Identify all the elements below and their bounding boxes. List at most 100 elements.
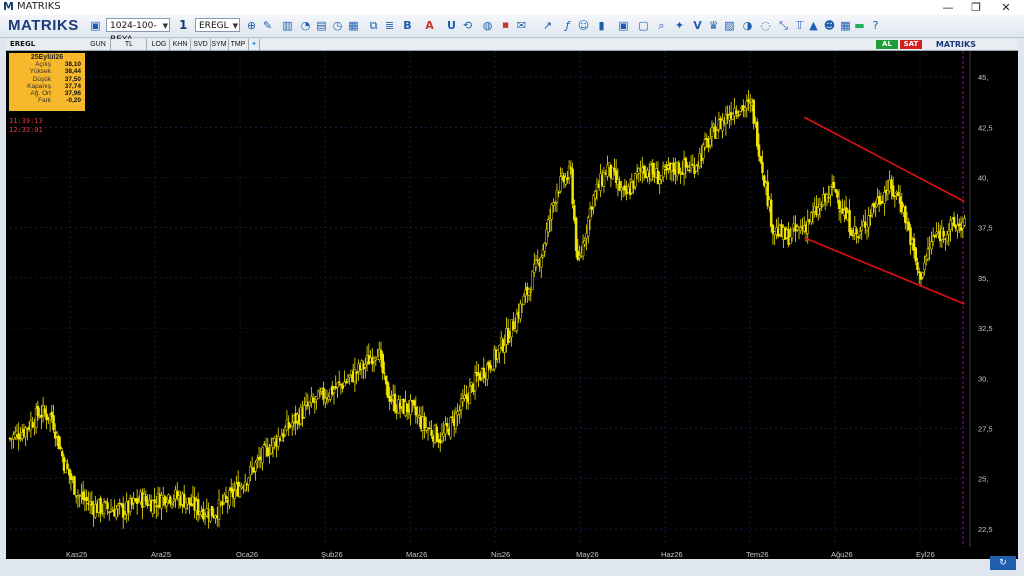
- users-icon[interactable]: ☺: [576, 18, 591, 33]
- zoom-icon[interactable]: ⊕: [244, 18, 259, 33]
- matriks-logo: MATRIKS: [8, 17, 79, 34]
- bold-b-icon[interactable]: B: [400, 18, 415, 33]
- candle-body: [409, 399, 412, 415]
- minimize-button[interactable]: —: [934, 0, 962, 15]
- line-chart-icon[interactable]: ↗: [540, 18, 555, 33]
- candle-body: [102, 501, 106, 514]
- candle-body: [261, 446, 264, 464]
- candle-body: [745, 101, 749, 109]
- restore-button[interactable]: ❐: [962, 0, 990, 15]
- candle-body: [31, 422, 34, 428]
- calendar-icon[interactable]: ▣: [616, 18, 631, 33]
- candle-body: [867, 215, 870, 228]
- candle-body: [735, 110, 738, 114]
- report-icon[interactable]: ▧: [722, 18, 737, 33]
- buy-button[interactable]: AL: [876, 40, 898, 49]
- candle-body: [303, 405, 306, 418]
- bar-chart-icon[interactable]: ▮: [594, 18, 609, 33]
- globe-icon[interactable]: ◍: [480, 18, 495, 33]
- tab-sym[interactable]: SYM: [210, 39, 229, 50]
- candle-body: [344, 381, 348, 383]
- function-icon[interactable]: ƒ: [560, 18, 575, 33]
- candle-body: [412, 400, 416, 406]
- resize-icon[interactable]: ⤡: [776, 18, 791, 33]
- candle-body: [348, 375, 351, 378]
- info-date: 25Eylül26: [30, 54, 64, 61]
- indicator-icon[interactable]: ▤: [314, 18, 329, 33]
- candle-body: [752, 99, 756, 124]
- candle-body: [337, 381, 341, 383]
- alarm-icon[interactable]: ◌: [758, 18, 773, 33]
- candle-body: [317, 390, 320, 399]
- x-tick-label: Mar26: [406, 550, 427, 559]
- tab-log[interactable]: LOG: [149, 39, 170, 50]
- tab-tmp[interactable]: TMP: [228, 39, 249, 50]
- chart-type-icon[interactable]: ▥: [280, 18, 295, 33]
- candle-body: [428, 427, 432, 430]
- candle-body: [61, 451, 64, 457]
- window-title: MATRIKS: [17, 1, 61, 12]
- link-icon[interactable]: ⧉: [366, 18, 381, 33]
- help-icon[interactable]: ?: [868, 18, 883, 33]
- news-icon[interactable]: ≣: [382, 18, 397, 33]
- sell-button[interactable]: SAT: [900, 40, 922, 49]
- crown-icon[interactable]: ♛: [706, 18, 721, 33]
- v-icon[interactable]: V: [690, 18, 705, 33]
- twitter-icon[interactable]: ✦: [672, 18, 687, 33]
- x-tick-label: Ara25: [151, 550, 171, 559]
- candle-body: [106, 502, 109, 510]
- chart-brand-label: MATRIKS: [935, 40, 976, 49]
- period-combo[interactable]: 1: [176, 18, 190, 32]
- candle-body: [426, 428, 430, 431]
- candle-body: [534, 259, 538, 268]
- candle-body: [857, 236, 860, 238]
- candle-body: [339, 383, 343, 386]
- candle-body: [115, 508, 118, 518]
- candle-body: [59, 446, 62, 450]
- calculator-icon[interactable]: ▦: [838, 18, 853, 33]
- sync-icon[interactable]: ⟲: [460, 18, 475, 33]
- gauge-icon[interactable]: ◑: [740, 18, 755, 33]
- close-button[interactable]: ✕: [992, 0, 1020, 15]
- document-icon[interactable]: ▢: [636, 18, 651, 33]
- candle-body: [449, 417, 452, 438]
- bottom-scrollbar[interactable]: [6, 559, 1018, 569]
- candle-body: [381, 354, 384, 374]
- time-readout-2: 12:33:01: [9, 126, 43, 134]
- candle-body: [519, 303, 522, 320]
- search-icon[interactable]: ⌕: [654, 18, 669, 33]
- candle-body: [829, 186, 832, 196]
- pie-icon[interactable]: ◔: [298, 18, 313, 33]
- price-chart[interactable]: 45, 42,5 40, 37,5 35, 32,5 30, 27,5 25, 22,5 Kas25…: [6, 51, 1018, 559]
- grid-icon[interactable]: ▦: [346, 18, 361, 33]
- user-icon[interactable]: ☻: [822, 18, 837, 33]
- x-tick-label: Nis26: [491, 550, 510, 559]
- symbol-combo[interactable]: EREGL ▼: [195, 18, 240, 32]
- tab-khn[interactable]: KHN: [170, 39, 191, 50]
- text-icon[interactable]: 𝕋: [792, 18, 807, 33]
- x-tick-label: May26: [576, 550, 599, 559]
- y-tick-label: 35,: [978, 274, 988, 283]
- x-tick-label: Tem26: [746, 550, 769, 559]
- layout-combo[interactable]: 1024-100-BEYA▼: [106, 18, 170, 45]
- save-icon[interactable]: ▣: [88, 18, 103, 33]
- tab-tl[interactable]: TL: [112, 39, 147, 50]
- message-icon[interactable]: ✉: [514, 18, 529, 33]
- alert-icon[interactable]: ▲: [806, 18, 821, 33]
- tab-svd[interactable]: SVD: [191, 39, 211, 50]
- twitter-icon[interactable]: ✦: [249, 39, 260, 50]
- candle-body: [224, 496, 228, 500]
- sell-a-icon[interactable]: A: [422, 18, 437, 33]
- info-label: Düşük: [32, 75, 51, 83]
- pen-tool-icon[interactable]: ✎: [260, 18, 275, 33]
- stop-icon[interactable]: ■: [498, 18, 513, 33]
- refresh-icon[interactable]: ↻: [990, 556, 1016, 570]
- candle-body: [322, 387, 325, 400]
- candle-body: [956, 225, 959, 231]
- tab-gun[interactable]: GUN: [86, 39, 111, 50]
- candle-body: [346, 379, 350, 382]
- chat-icon[interactable]: ▬: [852, 18, 867, 33]
- clock-icon[interactable]: ◷: [330, 18, 345, 33]
- info-value: -0,20: [66, 97, 81, 105]
- u-icon[interactable]: U: [444, 18, 459, 33]
